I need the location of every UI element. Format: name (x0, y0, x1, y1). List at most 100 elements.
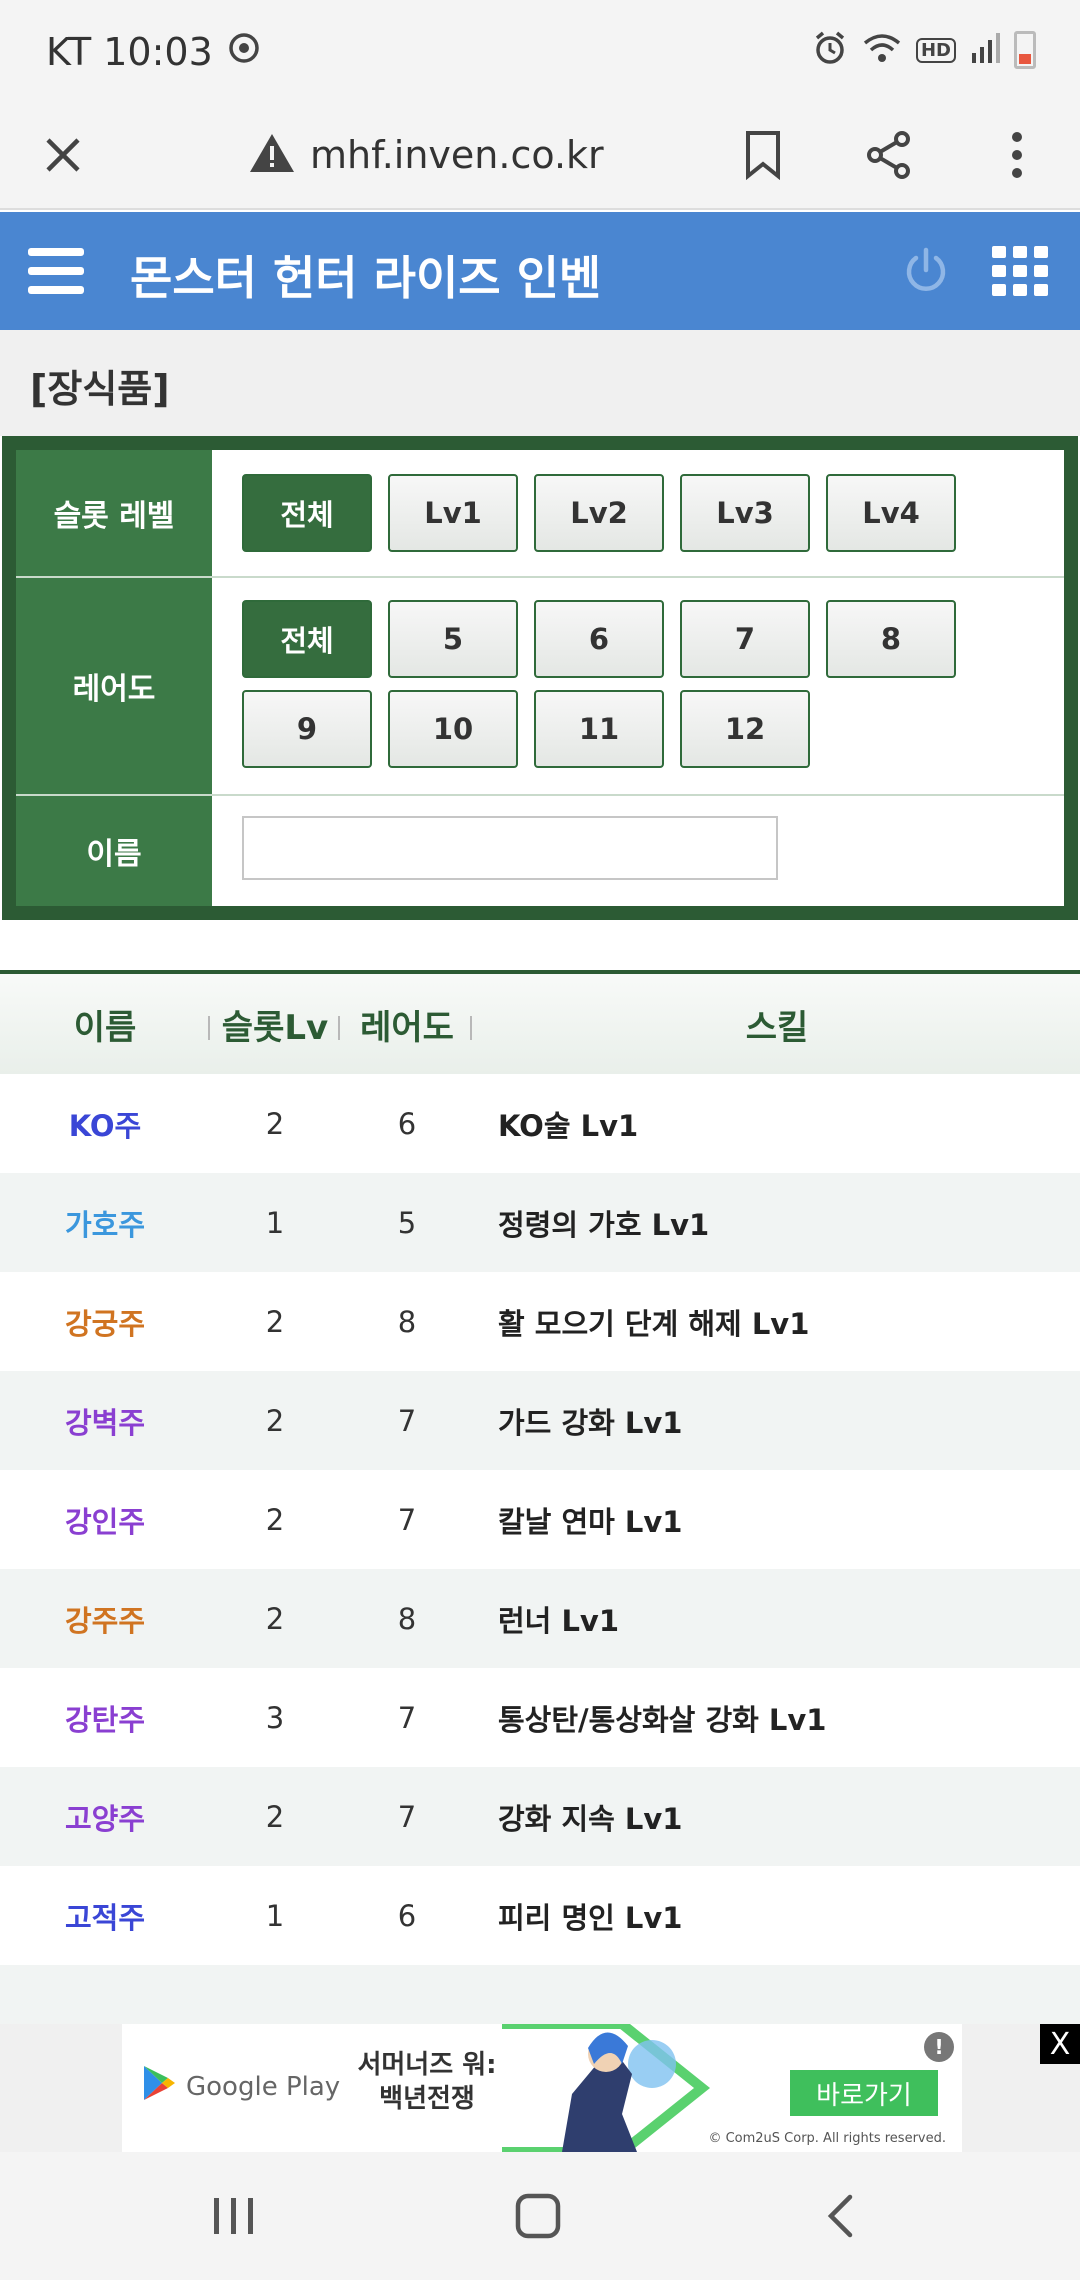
row-skill: 정령의 가호 Lv1 (498, 1207, 710, 1242)
site-title[interactable]: 몬스터 헌터 라이즈 인벤 (130, 242, 601, 308)
system-nav-bar (0, 2152, 1080, 2280)
name-label: 이름 (16, 796, 212, 906)
filter-row-slot-level: 슬롯 레벨 전체 Lv1 Lv2 Lv3 Lv4 (16, 450, 1064, 578)
table-row[interactable]: 강탄주 3 7 통상탄/통상화살 강화 Lv1 (0, 1668, 1080, 1767)
row-rarity: 7 (397, 1799, 417, 1834)
rarity-filter-11[interactable]: 11 (534, 690, 664, 768)
carrier-time: KT 10:03 (46, 30, 213, 74)
row-name[interactable]: 강벽주 (0, 1371, 210, 1470)
recent-apps-icon[interactable] (154, 2152, 314, 2280)
row-slot-level: 1 (265, 1205, 285, 1240)
hamburger-menu-icon[interactable] (24, 212, 88, 330)
row-skill: 활 모으기 단계 해제 Lv1 (498, 1306, 810, 1341)
row-skill: 칼날 연마 Lv1 (498, 1504, 683, 1539)
slot-filter-lv3[interactable]: Lv3 (680, 474, 810, 552)
filter-row-rarity: 레어도 전체 5 6 7 8 9 10 11 12 (16, 578, 1064, 796)
rarity-filter-7[interactable]: 7 (680, 600, 810, 678)
row-name[interactable]: 고적주 (0, 1866, 210, 1965)
address-bar[interactable]: mhf.inven.co.kr (248, 122, 604, 188)
row-slot-level: 2 (265, 1502, 285, 1537)
header-separator (470, 1016, 472, 1040)
row-rarity: 6 (397, 1106, 417, 1141)
power-icon[interactable] (896, 212, 956, 330)
browser-toolbar: mhf.inven.co.kr (0, 100, 1080, 210)
row-name[interactable]: 강궁주 (0, 1272, 210, 1371)
slot-filter-lv4[interactable]: Lv4 (826, 474, 956, 552)
rarity-filter-5[interactable]: 5 (388, 600, 518, 678)
rarity-label: 레어도 (16, 578, 212, 794)
google-play-label: Google Play (186, 2071, 341, 2102)
table-row-partial (0, 1965, 1080, 2024)
table-row[interactable]: 강벽주 2 7 가드 강화 Lv1 (0, 1371, 1080, 1470)
rarity-filter-12[interactable]: 12 (680, 690, 810, 768)
sync-icon (227, 30, 261, 74)
filter-panel: 슬롯 레벨 전체 Lv1 Lv2 Lv3 Lv4 레어도 전체 5 6 7 8 … (2, 436, 1078, 920)
row-slot-level: 3 (265, 1700, 285, 1735)
filter-row-name: 이름 (16, 796, 1064, 906)
ad-cta-button[interactable]: 바로가기 (790, 2070, 938, 2116)
row-skill: 강화 지속 Lv1 (498, 1801, 683, 1836)
ad-close-button[interactable]: X (1040, 2024, 1080, 2064)
slot-filter-lv1[interactable]: Lv1 (388, 474, 518, 552)
row-name[interactable]: 강인주 (0, 1470, 210, 1569)
table-header: 이름 슬롯Lv 레어도 스킬 (0, 974, 1080, 1074)
row-slot-level: 2 (265, 1106, 285, 1141)
back-icon[interactable] (760, 2152, 920, 2280)
row-rarity: 8 (397, 1304, 417, 1339)
row-rarity: 7 (397, 1502, 417, 1537)
row-slot-level: 2 (265, 1304, 285, 1339)
share-icon[interactable] (844, 100, 934, 210)
header-skill[interactable]: 스킬 (474, 974, 1080, 1074)
row-name[interactable]: 강탄주 (0, 1668, 210, 1767)
battery-icon (1014, 31, 1036, 69)
table-row[interactable]: KO주 2 6 KO술 Lv1 (0, 1074, 1080, 1173)
table-row[interactable]: 가호주 1 5 정령의 가호 Lv1 (0, 1173, 1080, 1272)
rarity-filter-10[interactable]: 10 (388, 690, 518, 768)
rarity-filter-6[interactable]: 6 (534, 600, 664, 678)
row-name[interactable]: 고양주 (0, 1767, 210, 1866)
row-rarity: 5 (397, 1205, 417, 1240)
wifi-icon (862, 31, 902, 69)
row-skill: 통상탄/통상화살 강화 Lv1 (498, 1702, 827, 1737)
row-rarity: 8 (397, 1601, 417, 1636)
ad-title: 서머너즈 워: 백년전쟁 (357, 2050, 497, 2114)
row-name[interactable]: KO주 (0, 1074, 210, 1173)
more-icon[interactable] (972, 100, 1062, 210)
google-play-icon (142, 2064, 176, 2109)
rarity-filter-all[interactable]: 전체 (242, 600, 372, 678)
table-row[interactable]: 강궁주 2 8 활 모으기 단계 해제 Lv1 (0, 1272, 1080, 1371)
url-text: mhf.inven.co.kr (310, 133, 604, 177)
table-row[interactable]: 강주주 2 8 런너 Lv1 (0, 1569, 1080, 1668)
row-slot-level: 1 (265, 1898, 285, 1933)
header-slot-level[interactable]: 슬롯Lv (210, 974, 340, 1074)
rarity-filter-8[interactable]: 8 (826, 600, 956, 678)
filter-inner: 슬롯 레벨 전체 Lv1 Lv2 Lv3 Lv4 레어도 전체 5 6 7 8 … (16, 450, 1064, 906)
google-play-badge: Google Play (142, 2064, 340, 2109)
table-row[interactable]: 고양주 2 7 강화 지속 Lv1 (0, 1767, 1080, 1866)
name-search-input[interactable] (242, 816, 778, 880)
ad-info-icon[interactable]: ! (924, 2032, 954, 2062)
row-name[interactable]: 강주주 (0, 1569, 210, 1668)
bookmark-icon[interactable] (718, 100, 808, 210)
slot-level-label: 슬롯 레벨 (16, 450, 212, 576)
ad-hero-image (412, 2024, 742, 2152)
header-name[interactable]: 이름 (0, 974, 210, 1074)
header-rarity[interactable]: 레어도 (340, 974, 474, 1074)
status-bar: KT 10:03 HD (0, 0, 1080, 100)
slot-filter-lv2[interactable]: Lv2 (534, 474, 664, 552)
row-skill: 런너 Lv1 (498, 1603, 620, 1638)
close-icon[interactable] (18, 100, 108, 210)
grid-menu-icon[interactable] (990, 212, 1050, 330)
home-icon[interactable] (458, 2152, 618, 2280)
ad-content[interactable]: Google Play 서머너즈 워: 백년전쟁 바로가기 © Com2uS C… (122, 2024, 962, 2152)
row-slot-level: 2 (265, 1403, 285, 1438)
row-name[interactable]: 가호주 (0, 1173, 210, 1272)
ad-banner: Google Play 서머너즈 워: 백년전쟁 바로가기 © Com2uS C… (0, 2024, 1080, 2152)
rarity-filter-9[interactable]: 9 (242, 690, 372, 768)
table-row[interactable]: 고적주 1 6 피리 명인 Lv1 (0, 1866, 1080, 1965)
section-label: [장식품] (30, 367, 170, 411)
slot-filter-all[interactable]: 전체 (242, 474, 372, 552)
table-row[interactable]: 강인주 2 7 칼날 연마 Lv1 (0, 1470, 1080, 1569)
hd-icon: HD (915, 37, 956, 63)
section-header: [장식품] (0, 330, 1080, 436)
